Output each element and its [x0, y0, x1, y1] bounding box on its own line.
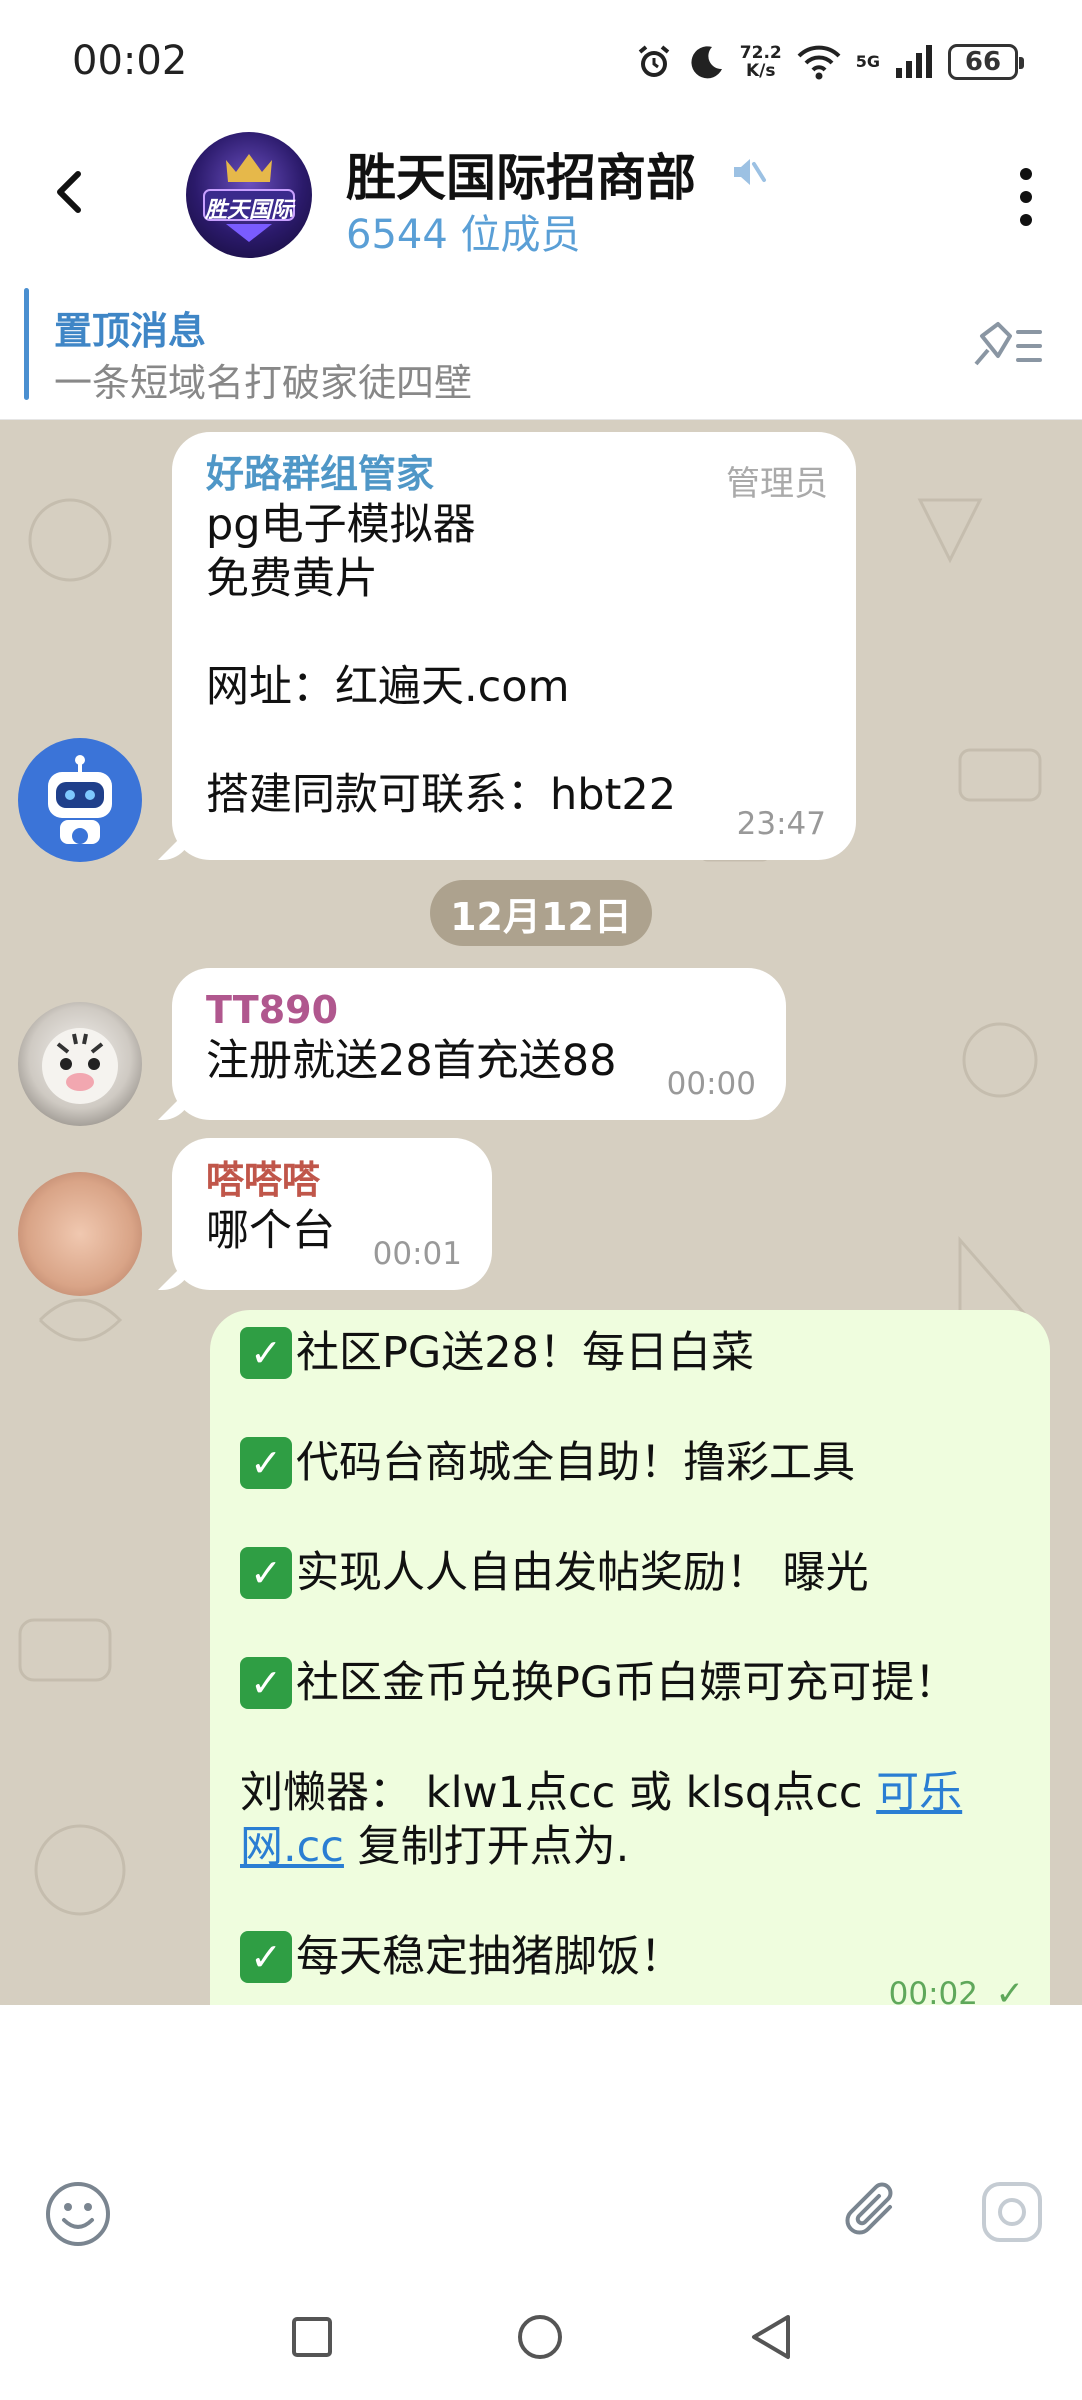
message-time: 23:47 — [736, 806, 826, 842]
signal-icon — [896, 45, 932, 78]
emoji-icon[interactable] — [44, 2180, 112, 2248]
message-time: 00:02 — [888, 1976, 978, 2005]
message-time: 00:00 — [666, 1066, 756, 1102]
message-line: ✓ 社区金币兑换PG币白嫖可充可提！ — [240, 1656, 1020, 1710]
check-mark-emoji-icon: ✓ — [240, 1931, 292, 1983]
more-menu-button[interactable] — [1006, 162, 1046, 232]
camera-icon[interactable] — [980, 2180, 1044, 2244]
sender-avatar-bot[interactable] — [18, 738, 142, 862]
sender-avatar-dadada[interactable] — [18, 1172, 142, 1296]
status-bar: 00:02 72.2 K/s 5G 66 — [0, 0, 1082, 120]
network-type: 5G — [855, 52, 880, 71]
message-bubble[interactable]: 嗒嗒嗒 哪个台 00:01 — [172, 1138, 492, 1290]
system-nav-bar — [0, 2275, 1082, 2400]
attach-paperclip-icon[interactable] — [838, 2177, 908, 2247]
wifi-icon — [797, 45, 841, 80]
message-bubble[interactable]: TT890 注册就送28首充送88 00:00 — [172, 968, 786, 1120]
member-count[interactable]: 6544 位成员 — [346, 202, 581, 260]
back-button[interactable] — [40, 162, 100, 222]
message-line: 刘懒器： klw1点cc 或 klsq点cc 可乐网.cc 复制打开点为. — [240, 1768, 963, 1872]
group-avatar[interactable]: 胜天国际 — [186, 132, 312, 258]
back-arrow-icon — [57, 171, 81, 213]
group-avatar-text: 胜天国际 — [204, 198, 293, 223]
message-input-area[interactable] — [0, 2005, 1082, 2275]
home-circle-icon[interactable] — [516, 2313, 564, 2361]
check-mark-emoji-icon: ✓ — [240, 1327, 292, 1379]
tiger-avatar-icon — [42, 1028, 118, 1104]
outgoing-message-bubble[interactable]: ✓ 社区PG送28！每日白菜 ✓ 代码台商城全自助！撸彩工具 ✓ 实现人人自由发帖奖励… — [210, 1310, 1050, 2005]
check-mark-emoji-icon: ✓ — [240, 1657, 292, 1709]
sender-avatar-tt890[interactable] — [18, 1002, 142, 1126]
message-text: pg电子模拟器 免费黄片 网址：红遍天.com 搭建同款可联系：hbt22 — [206, 500, 677, 820]
message-sender[interactable]: TT890 — [206, 986, 752, 1034]
check-mark-emoji-icon: ✓ — [240, 1437, 292, 1489]
chat-header: 胜天国际 胜天国际招商部 6544 位成员 — [0, 120, 1082, 270]
admin-badge: 管理员 — [726, 464, 828, 504]
recents-square-icon[interactable] — [290, 2315, 334, 2359]
message-bubble[interactable]: 好路群组管家 管理员 pg电子模拟器 免费黄片 网址：红遍天.com 搭建同款可… — [172, 432, 856, 860]
robot-icon — [48, 755, 112, 844]
status-icons: 72.2 K/s 5G 66 — [634, 40, 1024, 84]
more-vertical-icon — [1020, 168, 1032, 226]
pinned-message-bar[interactable]: 置顶消息 一条短域名打破家徒四壁 — [0, 270, 1082, 420]
pinned-title: 置顶消息 — [54, 309, 207, 353]
pinned-text: 一条短域名打破家徒四壁 — [54, 361, 473, 405]
battery-indicator: 66 — [948, 44, 1024, 80]
date-separator: 12月12日 — [430, 880, 652, 946]
pin-list-icon[interactable] — [968, 314, 1044, 374]
message-time: 00:01 — [372, 1236, 462, 1272]
chat-area[interactable]: 好路群组管家 管理员 pg电子模拟器 免费黄片 网址：红遍天.com 搭建同款可… — [0, 420, 1082, 2005]
message-line: ✓ 社区PG送28！每日白菜 — [240, 1326, 1020, 1380]
alarm-icon — [638, 45, 670, 77]
group-title[interactable]: 胜天国际招商部 — [346, 138, 696, 210]
message-line: ✓ 代码台商城全自助！撸彩工具 — [240, 1436, 1020, 1490]
net-speed: 72.2 K/s — [739, 43, 782, 81]
message-line: ✓ 实现人人自由发帖奖励！ 曝光 — [240, 1546, 1020, 1600]
dnd-moon-icon — [691, 46, 722, 79]
status-time: 00:02 — [72, 38, 188, 84]
check-mark-emoji-icon: ✓ — [240, 1547, 292, 1599]
muted-speaker-icon — [734, 159, 766, 185]
nav-back-triangle-icon[interactable] — [748, 2313, 794, 2361]
sent-check-icon: ✓ — [995, 1974, 1025, 2005]
pinned-indicator-line — [24, 288, 29, 400]
message-sender[interactable]: 嗒嗒嗒 — [206, 1156, 458, 1204]
